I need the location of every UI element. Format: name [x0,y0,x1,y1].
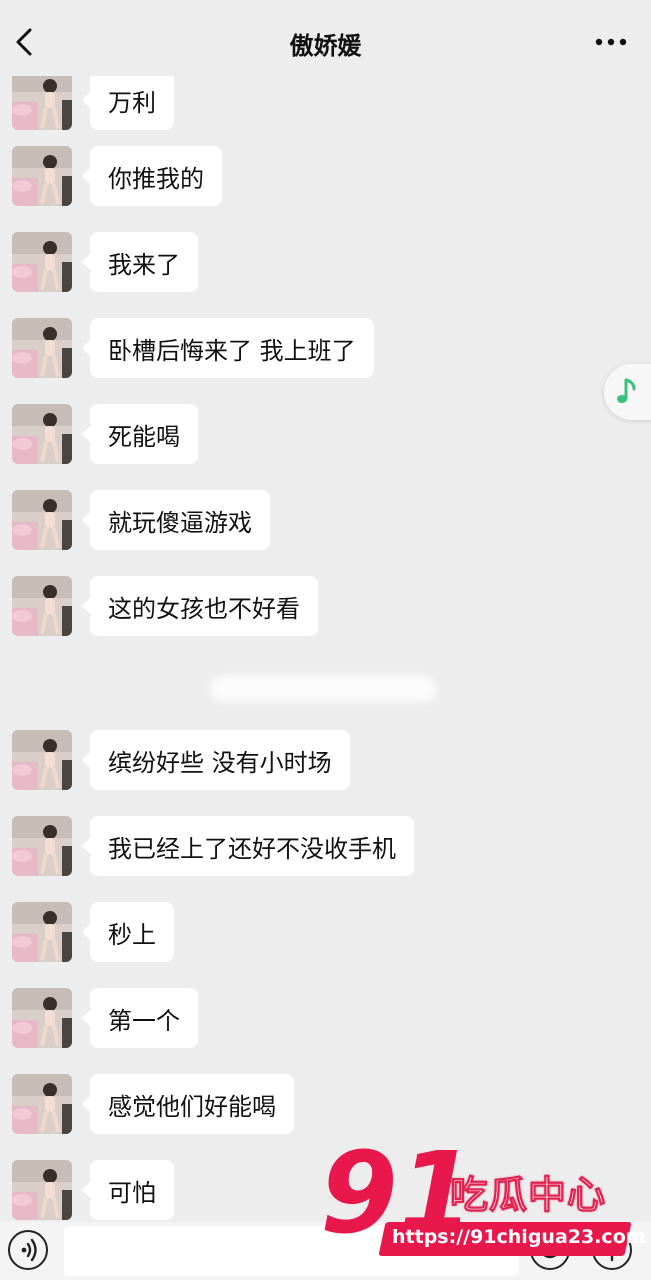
message-bubble[interactable]: 秒上 [82,902,174,962]
voice-icon [21,1238,37,1262]
message-bubble[interactable]: 可怕 [82,1160,174,1220]
more-button[interactable] [593,30,629,54]
message-row: 第一个 [0,988,651,1052]
message-bubble[interactable]: 感觉他们好能喝 [82,1074,294,1134]
message-bubble[interactable]: 万利 [82,70,174,130]
contact-avatar[interactable] [12,232,72,292]
contact-avatar[interactable] [12,70,72,130]
music-note-icon [617,378,636,403]
contact-avatar[interactable] [12,490,72,550]
message-bubble[interactable]: 我已经上了还好不没收手机 [82,816,414,876]
message-row: 秒上 [0,902,651,966]
message-row: 万利 [0,70,651,134]
chat-title: 傲娇媛 [289,32,362,60]
contact-avatar[interactable] [12,146,72,206]
contact-avatar[interactable] [12,1074,72,1134]
contact-avatar[interactable] [12,988,72,1048]
message-bubble[interactable]: 卧槽后悔来了 我上班了 [82,318,374,378]
message-bubble[interactable]: 死能喝 [82,404,198,464]
contact-avatar[interactable] [12,318,72,378]
chat-screen: 万利 你推我的 我来了 卧槽后悔来了 我上班了 死能喝 就玩傻逼游戏 这的女孩也… [0,0,651,1280]
message-bubble[interactable]: 第一个 [82,988,198,1048]
floating-music-button[interactable] [604,364,651,420]
message-row: 我来了 [0,232,651,296]
watermark-url: https://91chigua23.com [392,1226,646,1248]
message-bubble[interactable]: 你推我的 [82,146,222,206]
chat-header: 傲娇媛 [0,0,651,76]
message-row: 卧槽后悔来了 我上班了 [0,318,651,382]
more-dots-icon [595,38,627,46]
message-bubble[interactable]: 就玩傻逼游戏 [82,490,270,550]
message-bubble[interactable]: 这的女孩也不好看 [82,576,318,636]
contact-avatar[interactable] [12,404,72,464]
contact-avatar[interactable] [12,816,72,876]
message-row: 感觉他们好能喝 [0,1074,651,1138]
message-row: 就玩傻逼游戏 [0,490,651,554]
message-row: 这的女孩也不好看 [0,576,651,640]
blurred-timestamp [210,676,436,702]
contact-avatar[interactable] [12,902,72,962]
contact-avatar[interactable] [12,1160,72,1220]
message-list[interactable]: 万利 你推我的 我来了 卧槽后悔来了 我上班了 死能喝 就玩傻逼游戏 这的女孩也… [0,0,651,1220]
contact-avatar[interactable] [12,576,72,636]
message-row: 死能喝 [0,404,651,468]
site-watermark: 91 吃瓜中心 https://91chigua23.com [320,1136,646,1276]
message-bubble[interactable]: 我来了 [82,232,198,292]
voice-button[interactable] [8,1230,48,1270]
message-row: 我已经上了还好不没收手机 [0,816,651,880]
message-row: 缤纷好些 没有小时场 [0,730,651,794]
watermark-brand: 吃瓜中心 [449,1173,607,1218]
message-bubble[interactable]: 缤纷好些 没有小时场 [82,730,350,790]
contact-avatar[interactable] [12,730,72,790]
message-row: 你推我的 [0,146,651,210]
